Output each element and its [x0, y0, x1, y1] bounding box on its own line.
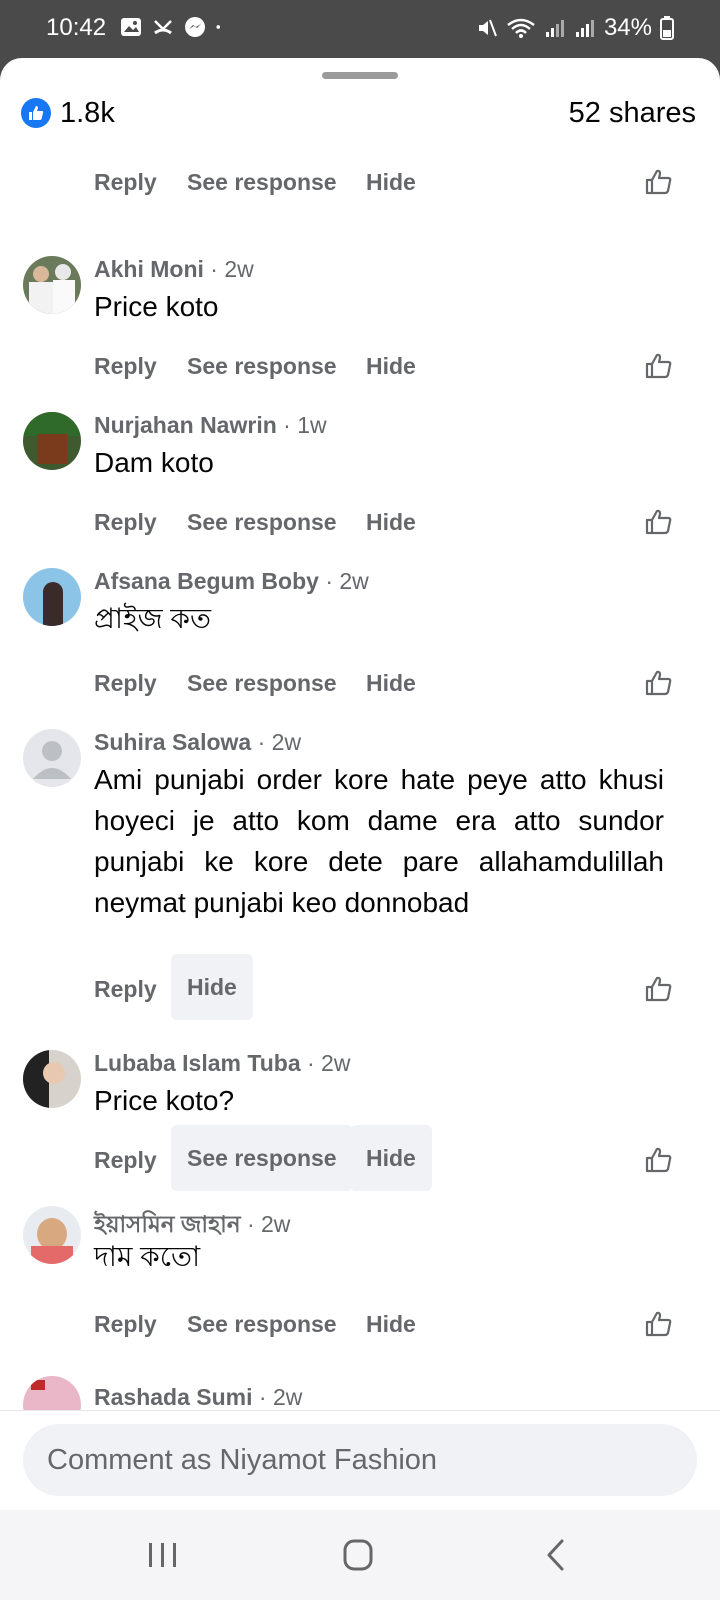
- like-icon[interactable]: [644, 507, 674, 537]
- avatar[interactable]: [23, 1206, 81, 1264]
- hide-button[interactable]: Hide: [366, 502, 416, 542]
- reply-button[interactable]: Reply: [94, 663, 157, 703]
- reply-button[interactable]: Reply: [94, 969, 157, 1009]
- signal-icon: [545, 20, 564, 37]
- avatar[interactable]: [23, 729, 81, 787]
- like-icon[interactable]: [644, 668, 674, 698]
- post-summary: 1.8k 52 shares: [0, 93, 720, 149]
- comment-time[interactable]: · 2w: [253, 1384, 302, 1410]
- comment-text: প্রাইজ কত: [94, 603, 212, 634]
- avatar[interactable]: [23, 568, 81, 626]
- comment-author[interactable]: ইয়াসমিন জাহান: [94, 1211, 241, 1237]
- reply-button[interactable]: Reply: [94, 502, 157, 542]
- see-response-button[interactable]: See response: [187, 663, 337, 703]
- comment-text: Price koto?: [94, 1085, 235, 1116]
- default-avatar-icon: [33, 741, 71, 779]
- see-response-button[interactable]: See response: [187, 346, 337, 386]
- comment-author[interactable]: Afsana Begum Boby: [94, 568, 319, 594]
- like-reaction-icon[interactable]: [21, 98, 51, 128]
- avatar[interactable]: [23, 1376, 81, 1410]
- comment-author[interactable]: Suhira Salowa: [94, 729, 251, 755]
- comment-text: দাম কতো: [94, 1241, 201, 1272]
- see-response-button[interactable]: See response: [171, 1125, 353, 1191]
- shares-count[interactable]: 52 shares: [569, 97, 696, 130]
- avatar[interactable]: [23, 412, 81, 470]
- like-icon[interactable]: [644, 1145, 674, 1175]
- reply-button[interactable]: Reply: [94, 162, 157, 202]
- see-response-button[interactable]: See response: [187, 502, 337, 542]
- comment-author[interactable]: Rashada Sumi: [94, 1384, 253, 1410]
- like-icon[interactable]: [644, 351, 674, 381]
- comment-time[interactable]: · 2w: [204, 256, 253, 282]
- see-response-button[interactable]: See response: [187, 162, 337, 202]
- hide-button[interactable]: Hide: [350, 1125, 432, 1191]
- comment-author[interactable]: Akhi Moni: [94, 256, 204, 282]
- comments-sheet: 1.8k 52 shares Price koto Reply See resp…: [0, 58, 720, 1510]
- sheet-drag-handle[interactable]: [322, 72, 398, 79]
- comment-time[interactable]: · 2w: [301, 1050, 350, 1076]
- comment-time[interactable]: · 1w: [277, 412, 326, 438]
- home-icon[interactable]: [338, 1538, 378, 1572]
- comment-text: Dam koto: [94, 447, 214, 478]
- composer-bar: Comment as Niyamot Fashion: [0, 1410, 720, 1510]
- battery-icon: [660, 16, 674, 40]
- hide-button[interactable]: Hide: [366, 346, 416, 386]
- status-time: 10:42: [46, 14, 107, 41]
- dot-icon: [216, 25, 221, 29]
- status-bar: 10:42 34%: [0, 0, 720, 58]
- signal-icon-2: [575, 20, 594, 37]
- wifi-icon: [507, 18, 535, 38]
- messenger-icon: [185, 17, 205, 37]
- hide-button[interactable]: Hide: [366, 162, 416, 202]
- hide-button[interactable]: Hide: [366, 1304, 416, 1344]
- gallery-icon: [121, 18, 141, 36]
- recent-apps-icon[interactable]: [143, 1538, 183, 1572]
- reactions-count[interactable]: 1.8k: [60, 97, 115, 130]
- system-nav-bar: [0, 1510, 720, 1600]
- reply-button[interactable]: Reply: [94, 1140, 157, 1180]
- reply-button[interactable]: Reply: [94, 1304, 157, 1344]
- battery-percent: 34%: [603, 14, 652, 41]
- missed-call-icon: [154, 20, 172, 35]
- like-icon[interactable]: [644, 167, 674, 197]
- mute-icon: [478, 19, 497, 37]
- avatar[interactable]: [23, 1050, 81, 1108]
- comment-time[interactable]: · 2w: [241, 1211, 290, 1237]
- avatar[interactable]: [23, 256, 81, 314]
- comment-time[interactable]: · 2w: [319, 568, 368, 594]
- comment-time[interactable]: · 2w: [251, 729, 301, 755]
- hide-button[interactable]: Hide: [366, 663, 416, 703]
- like-icon[interactable]: [644, 1309, 674, 1339]
- comment-author[interactable]: Nurjahan Nawrin: [94, 412, 277, 438]
- hide-button[interactable]: Hide: [171, 954, 253, 1020]
- comment-text: Ami punjabi order kore hate peye atto kh…: [94, 764, 664, 918]
- comments-list[interactable]: Price koto Reply See response Hide Akhi …: [0, 144, 720, 1410]
- comment-input[interactable]: Comment as Niyamot Fashion: [23, 1424, 697, 1496]
- comment-author[interactable]: Lubaba Islam Tuba: [94, 1050, 301, 1076]
- reply-button[interactable]: Reply: [94, 346, 157, 386]
- back-icon[interactable]: [537, 1538, 577, 1572]
- like-icon[interactable]: [644, 974, 674, 1004]
- comment-text: Price koto: [94, 291, 219, 322]
- see-response-button[interactable]: See response: [187, 1304, 337, 1344]
